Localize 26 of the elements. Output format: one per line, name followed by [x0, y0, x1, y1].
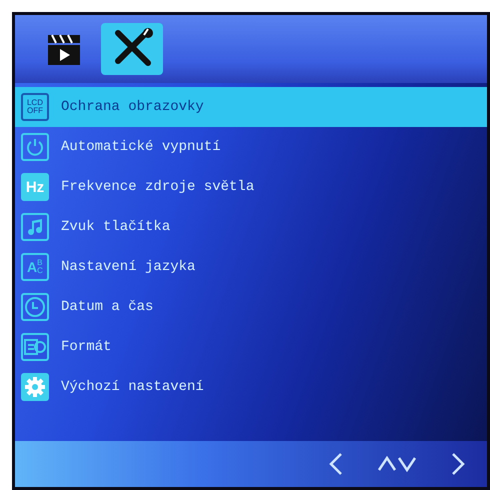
menu-item[interactable]: Datum a čas — [15, 287, 487, 327]
lcd-off-icon: LCD OFF — [21, 93, 49, 121]
menu-item[interactable]: Automatické vypnutí — [15, 127, 487, 167]
menu-item[interactable]: Formát — [15, 327, 487, 367]
menu-label: Frekvence zdroje světla — [61, 179, 254, 195]
card-icon — [24, 338, 46, 356]
music-note-icon — [26, 218, 44, 236]
menu-item[interactable]: Hz Frekvence zdroje světla — [15, 167, 487, 207]
menu-label: Výchozí nastavení — [61, 379, 204, 395]
left-chevron-icon[interactable] — [329, 452, 343, 476]
menu-item[interactable]: Zvuk tlačítka — [15, 207, 487, 247]
menu-label: Nastavení jazyka — [61, 259, 196, 275]
menu-label: Datum a čas — [61, 299, 154, 315]
right-chevron-icon[interactable] — [451, 452, 465, 476]
menu-item[interactable]: LCD OFF Ochrana obrazovky — [15, 87, 487, 127]
hz-icon: Hz — [21, 173, 49, 201]
up-down-chevrons-icon[interactable] — [377, 456, 417, 472]
settings-tab[interactable] — [101, 23, 163, 75]
menu-label: Zvuk tlačítka — [61, 219, 170, 235]
menu-item[interactable]: Výchozí nastavení — [15, 367, 487, 407]
power-icon — [26, 138, 44, 156]
menu-label: Ochrana obrazovky — [61, 99, 204, 115]
menu-label: Automatické vypnutí — [61, 139, 221, 155]
clock-icon — [24, 296, 46, 318]
gear-icon — [21, 373, 49, 401]
menu-label: Formát — [61, 339, 112, 355]
